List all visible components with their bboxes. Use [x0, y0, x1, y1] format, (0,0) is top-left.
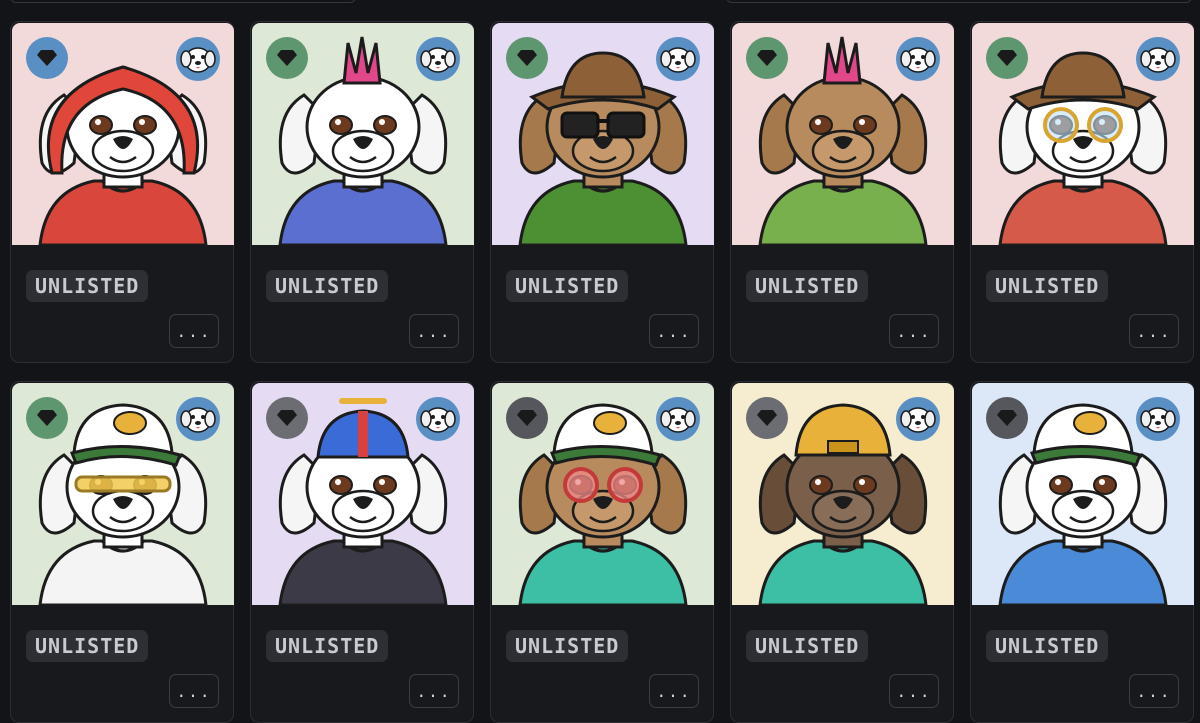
nft-card[interactable]: UNLISTED ...: [730, 21, 954, 363]
more-options-button[interactable]: ...: [649, 314, 699, 348]
nft-card[interactable]: UNLISTED ...: [10, 381, 234, 723]
listing-status-badge: UNLISTED: [266, 270, 389, 302]
sort-field[interactable]: [726, 0, 1192, 3]
listing-status-badge: UNLISTED: [266, 630, 389, 662]
nft-artwork[interactable]: [492, 23, 714, 245]
nft-card[interactable]: UNLISTED ...: [490, 381, 714, 723]
search-field[interactable]: [10, 0, 356, 3]
nft-artwork[interactable]: [252, 23, 474, 245]
more-options-button[interactable]: ...: [1129, 674, 1179, 708]
dog-logo-icon: [176, 37, 220, 81]
listing-status-badge: UNLISTED: [506, 270, 629, 302]
more-options-button[interactable]: ...: [649, 674, 699, 708]
dog-logo-icon: [416, 397, 460, 441]
listing-status-badge: UNLISTED: [26, 630, 149, 662]
nft-artwork[interactable]: [252, 383, 474, 605]
dog-logo-icon: [176, 397, 220, 441]
diamond-icon: [506, 397, 548, 439]
listing-status-badge: UNLISTED: [746, 630, 869, 662]
nft-artwork[interactable]: [972, 23, 1194, 245]
nft-artwork[interactable]: [732, 383, 954, 605]
listing-status-badge: UNLISTED: [26, 270, 149, 302]
diamond-icon: [746, 397, 788, 439]
diamond-icon: [26, 397, 68, 439]
nft-card[interactable]: UNLISTED ...: [10, 21, 234, 363]
nft-artwork[interactable]: [732, 23, 954, 245]
nft-card[interactable]: UNLISTED ...: [250, 381, 474, 723]
nft-card[interactable]: UNLISTED ...: [970, 381, 1194, 723]
nft-artwork[interactable]: [972, 383, 1194, 605]
dog-logo-icon: [896, 37, 940, 81]
diamond-icon: [26, 37, 68, 79]
dog-logo-icon: [416, 37, 460, 81]
dog-logo-icon: [1136, 37, 1180, 81]
dog-logo-icon: [656, 37, 700, 81]
listing-status-badge: UNLISTED: [506, 630, 629, 662]
more-options-button[interactable]: ...: [169, 314, 219, 348]
nft-card[interactable]: UNLISTED ...: [490, 21, 714, 363]
diamond-icon: [746, 37, 788, 79]
dog-logo-icon: [896, 397, 940, 441]
listing-status-badge: UNLISTED: [986, 630, 1109, 662]
diamond-icon: [986, 37, 1028, 79]
nft-card[interactable]: UNLISTED ...: [250, 21, 474, 363]
nft-artwork[interactable]: [12, 23, 234, 245]
diamond-icon: [506, 37, 548, 79]
listing-status-badge: UNLISTED: [986, 270, 1109, 302]
diamond-icon: [986, 397, 1028, 439]
more-options-button[interactable]: ...: [409, 674, 459, 708]
more-options-button[interactable]: ...: [1129, 314, 1179, 348]
nft-artwork[interactable]: [12, 383, 234, 605]
more-options-button[interactable]: ...: [409, 314, 459, 348]
diamond-icon: [266, 37, 308, 79]
nft-card[interactable]: UNLISTED ...: [970, 21, 1194, 363]
nft-artwork[interactable]: [492, 383, 714, 605]
top-toolbar: [0, 0, 1200, 4]
more-options-button[interactable]: ...: [169, 674, 219, 708]
more-options-button[interactable]: ...: [889, 314, 939, 348]
dog-logo-icon: [1136, 397, 1180, 441]
nft-card[interactable]: UNLISTED ...: [730, 381, 954, 723]
dog-logo-icon: [656, 397, 700, 441]
more-options-button[interactable]: ...: [889, 674, 939, 708]
listing-status-badge: UNLISTED: [746, 270, 869, 302]
diamond-icon: [266, 397, 308, 439]
